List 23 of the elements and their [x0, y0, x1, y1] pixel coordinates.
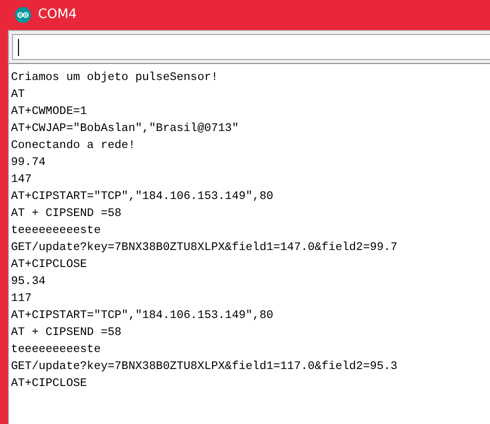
output-line: AT+CIPSTART="TCP","184.106.153.149",80 [11, 189, 274, 205]
output-line: teeeeeeeeeste [11, 223, 102, 239]
window-title: COM4 [38, 6, 77, 24]
output-line: 99.74 [11, 155, 47, 171]
output-line: AT+CWJAP="BobAslan","Brasil@0713" [11, 121, 240, 137]
text-cursor [18, 38, 19, 56]
output-line: GET/update?key=7BNX38B0ZTU8XLPX&field1=147.0&field2=99.7 [11, 240, 398, 256]
output-line: AT+CWMODE=1 [11, 104, 88, 120]
output-line: GET/update?key=7BNX38B0ZTU8XLPX&field1=117.0&field2=95.3 [11, 359, 398, 375]
infinity-logo-icon [15, 7, 31, 23]
output-line: Criamos um objeto pulseSensor! [11, 70, 220, 86]
output-line: 95.34 [11, 274, 47, 290]
output-line: 117 [11, 291, 33, 307]
send-field[interactable] [12, 34, 490, 60]
output-line: Conectando a rede! [11, 138, 136, 154]
output-line: teeeeeeeeeste [11, 342, 102, 358]
output-line: AT+CIPCLOSE [11, 376, 88, 392]
output-line: AT+CIPSTART="TCP","184.106.153.149",80 [11, 308, 274, 324]
output-line: AT + CIPSEND =58 [11, 325, 122, 341]
output-line: AT [11, 87, 26, 103]
output-line: AT + CIPSEND =58 [11, 206, 122, 222]
output-line: AT+CIPCLOSE [11, 257, 88, 273]
output-line: 147 [11, 172, 33, 188]
